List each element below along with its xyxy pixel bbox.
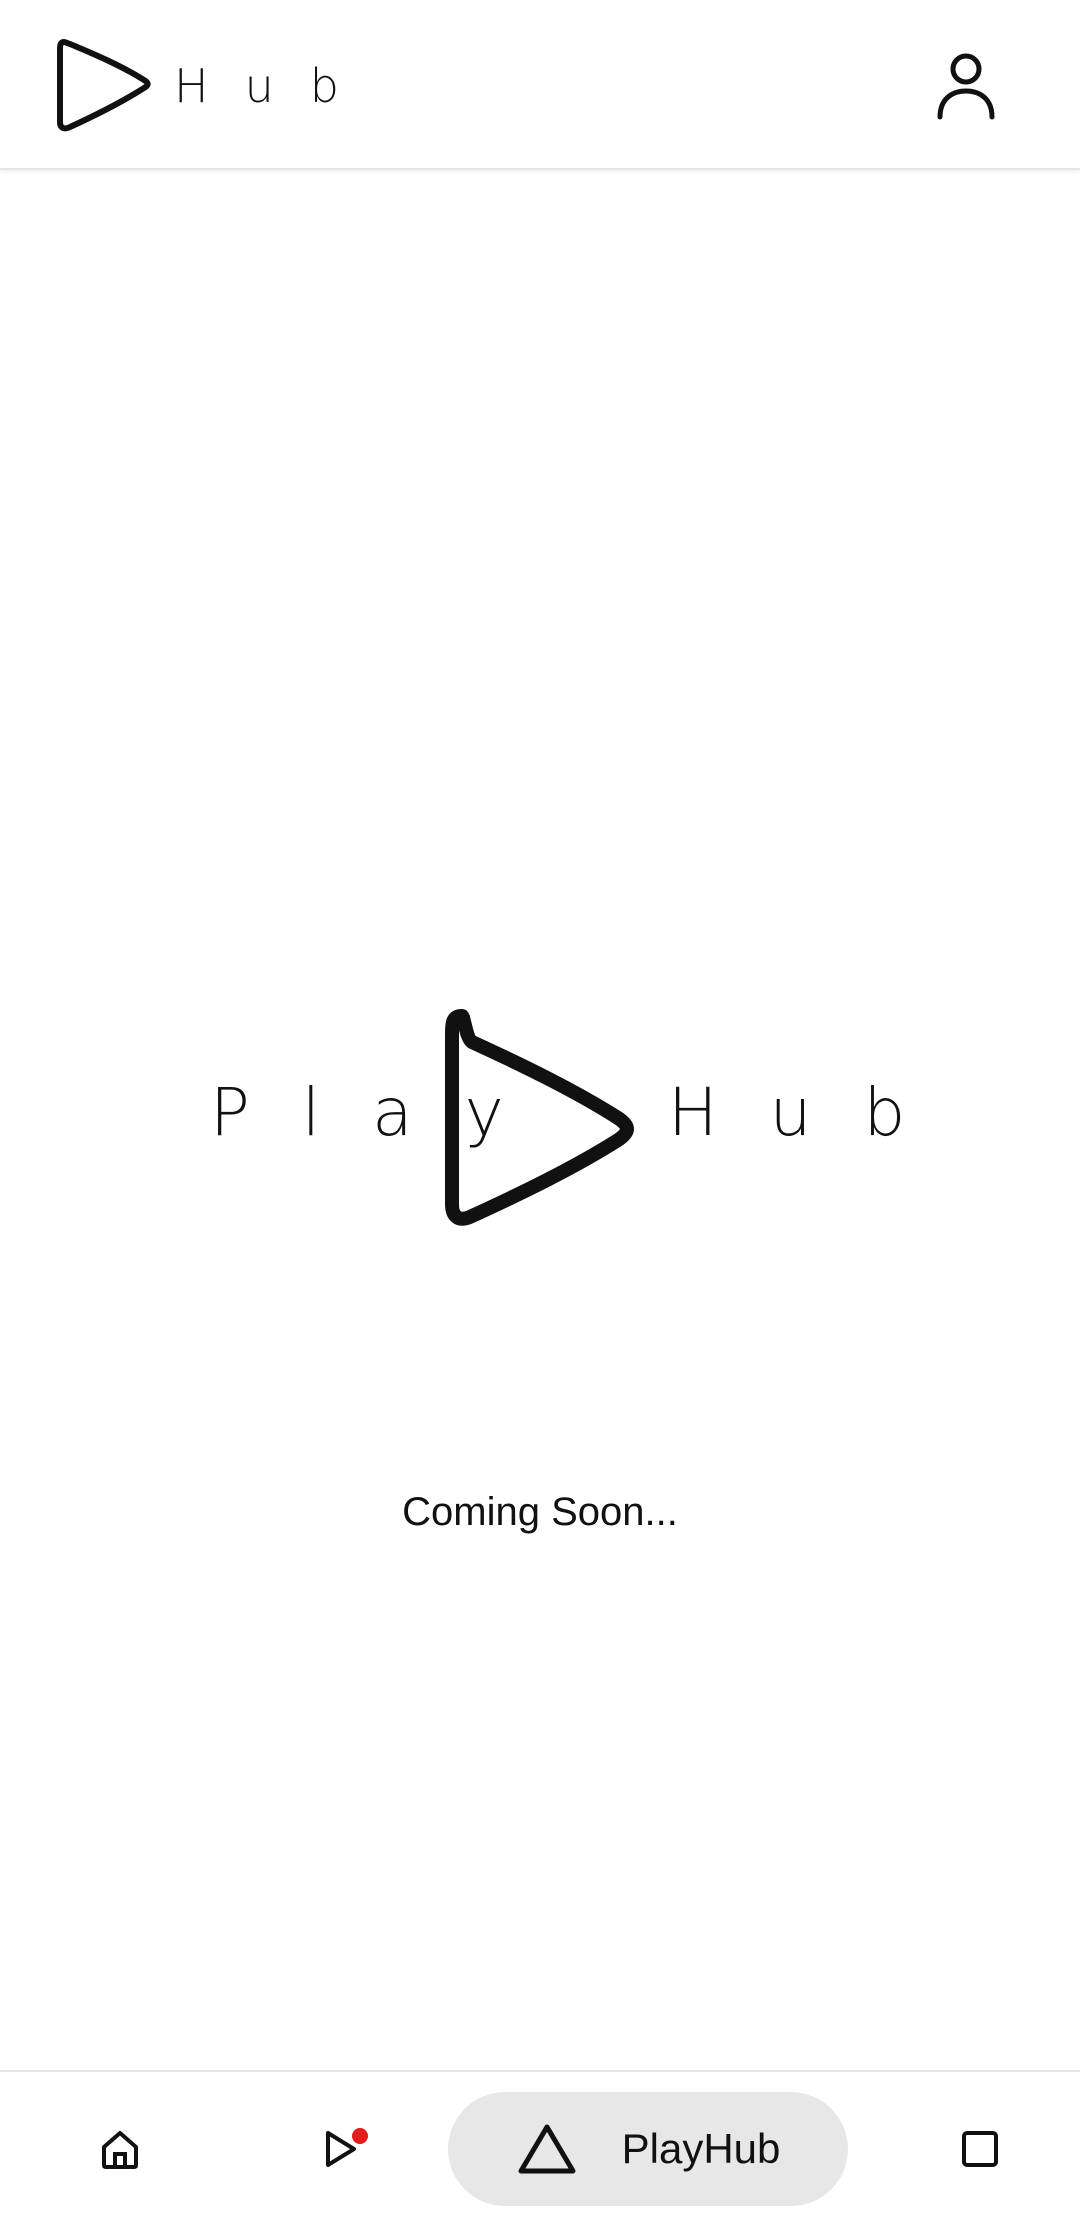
header-brand-char: b <box>309 59 339 113</box>
logo-char: b <box>863 1074 906 1151</box>
header-brand-char: u <box>244 59 274 113</box>
play-logo-icon <box>57 39 151 132</box>
nav-play[interactable] <box>300 2092 380 2206</box>
logo-char: H <box>668 1074 718 1151</box>
logo-char: u <box>769 1074 812 1151</box>
logo-word-hub: H u b <box>668 1074 905 1151</box>
square-icon <box>962 2131 998 2167</box>
logo-char: l <box>301 1074 321 1151</box>
logo-char: P <box>210 1074 250 1151</box>
coming-soon-text: Coming Soon... <box>402 1490 678 1534</box>
playhub-logo: P l a y H u b <box>210 1008 905 1228</box>
triangle-icon <box>518 2124 576 2174</box>
logo-char: a <box>372 1074 413 1151</box>
top-app-bar: H u b <box>0 0 1080 170</box>
nav-square[interactable] <box>940 2092 1020 2206</box>
header-brand-char: H <box>174 59 209 113</box>
nav-playhub-label: PlayHub <box>621 2125 781 2172</box>
person-icon <box>937 53 995 120</box>
header-brand-text: H u b <box>174 59 339 113</box>
nav-playhub[interactable]: PlayHub <box>448 2092 848 2206</box>
home-icon <box>102 2131 138 2169</box>
play-logo-icon <box>445 1009 634 1226</box>
header-logo[interactable]: H u b <box>56 36 339 136</box>
bottom-navigation: PlayHub <box>0 2070 1080 2222</box>
notification-badge <box>352 2128 368 2144</box>
main-content: P l a y H u b Coming Soon... <box>0 170 1080 2070</box>
nav-home[interactable] <box>80 2092 160 2206</box>
profile-button[interactable] <box>926 44 1006 128</box>
